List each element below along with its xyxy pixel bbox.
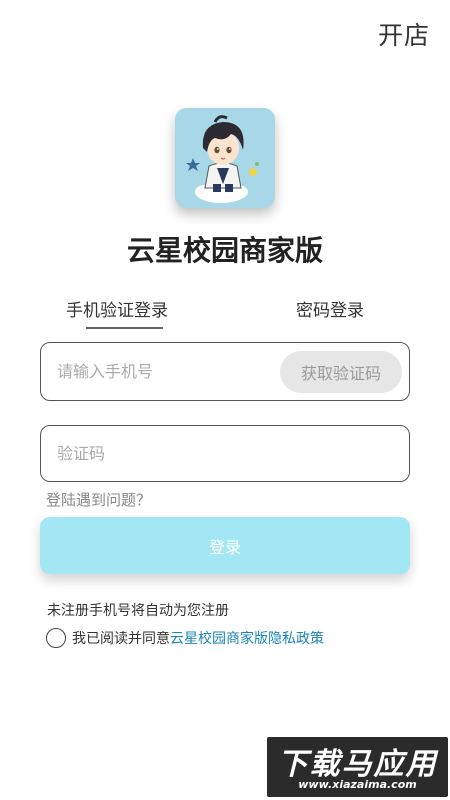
watermark-url-text: www.xiazaima.com xyxy=(298,778,417,791)
privacy-policy-link[interactable]: 云星校园商家版隐私政策 xyxy=(170,628,324,648)
login-button[interactable]: 登录 xyxy=(40,517,410,574)
phone-input[interactable] xyxy=(57,343,277,400)
agreement-checkbox[interactable] xyxy=(46,628,66,648)
agreement-text: 我已阅读并同意 xyxy=(72,631,170,647)
open-store-button[interactable]: 开店 xyxy=(378,16,430,52)
agreement-row: 我已阅读并同意 云星校园商家版隐私政策 xyxy=(46,628,324,648)
app-logo xyxy=(175,108,275,208)
phone-field: 获取验证码 xyxy=(40,342,410,401)
tab-password-login[interactable]: 密码登录 xyxy=(296,296,364,321)
active-tab-indicator xyxy=(86,327,163,329)
get-code-button[interactable]: 获取验证码 xyxy=(280,351,402,393)
login-screen: 开店 云星校园商家版 手机验证登录 密码登录 请输入手机号 获取验证码 验证码 … xyxy=(0,0,450,800)
app-title: 云星校园商家版 xyxy=(126,234,323,267)
tab-sms-login[interactable]: 手机验证登录 xyxy=(66,296,168,321)
login-help-link[interactable]: 登陆遇到问题？ xyxy=(46,489,151,510)
watermark-main-text: 下载马应用 xyxy=(277,747,438,782)
mascot-illustration xyxy=(175,108,275,208)
code-input[interactable] xyxy=(57,426,387,481)
watermark-logo: 下载马应用 www.xiazaima.com xyxy=(267,737,448,797)
code-field xyxy=(40,425,410,482)
auto-register-notice: 未注册手机号将自动为您注册 xyxy=(47,603,229,619)
